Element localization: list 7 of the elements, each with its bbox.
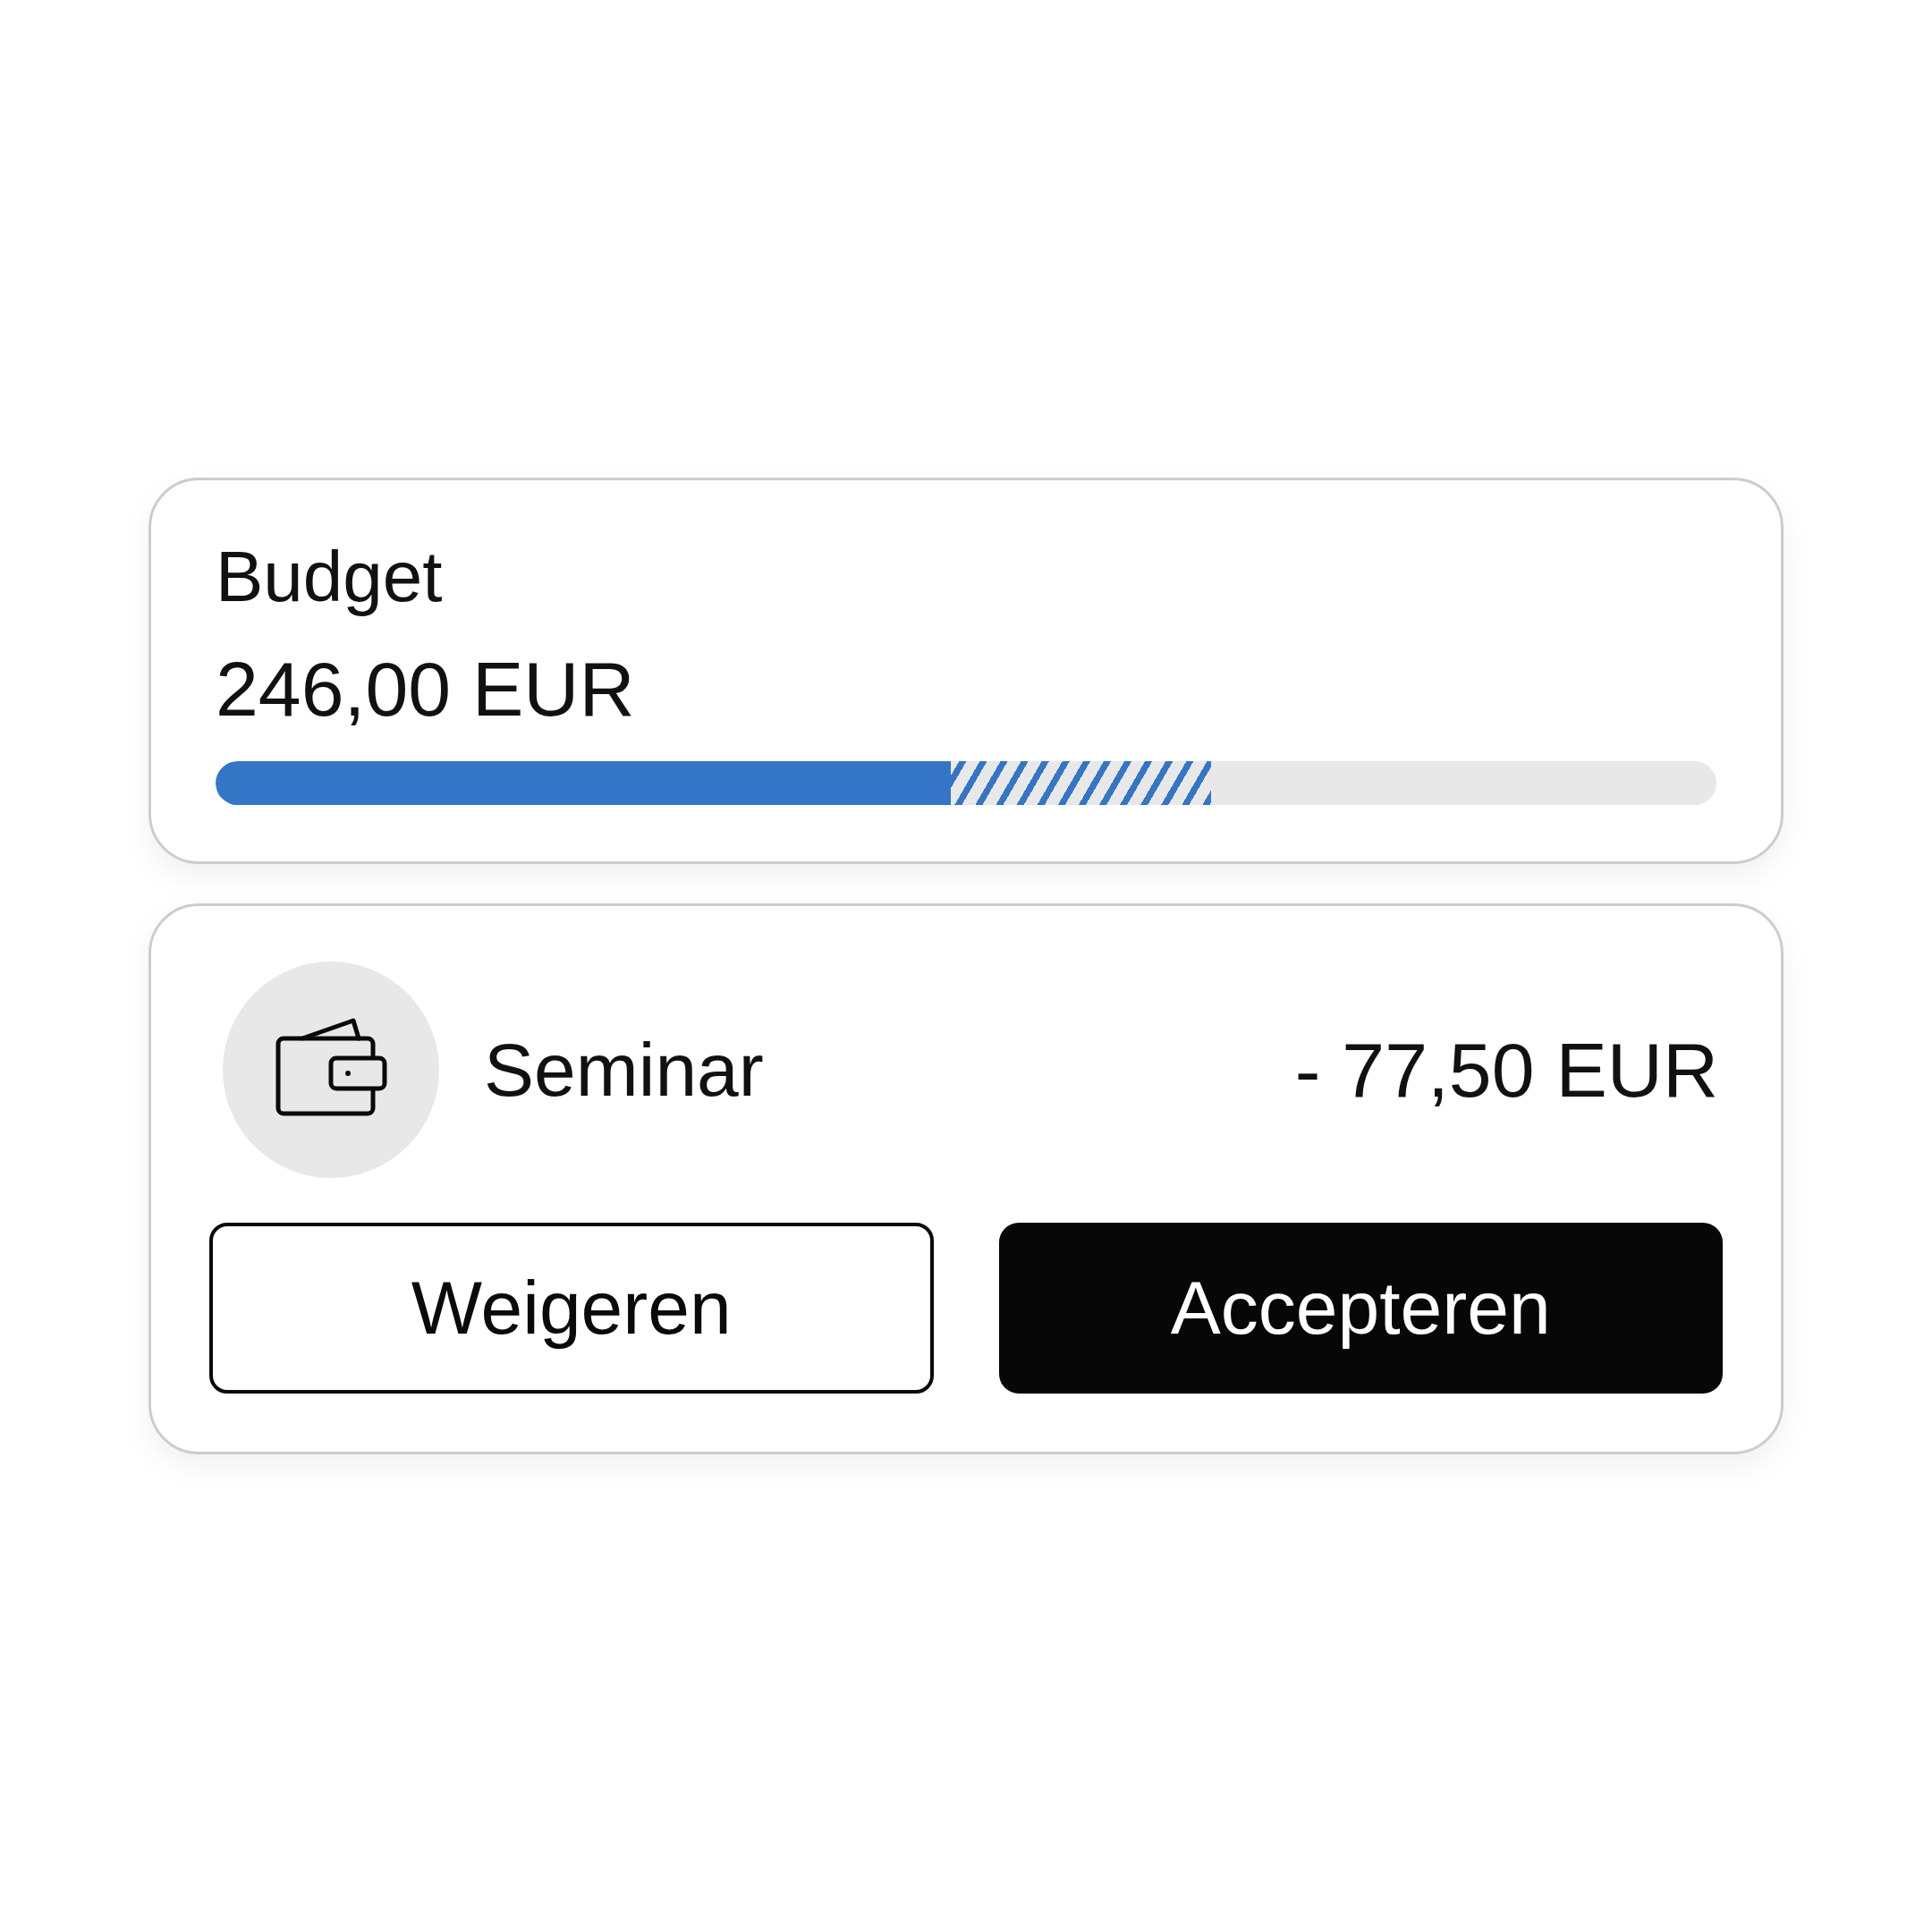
budget-amount: 246,00 EUR: [216, 644, 636, 733]
budget-title: Budget: [216, 535, 444, 618]
wallet-icon: [223, 962, 439, 1179]
accept-button[interactable]: Accepteren: [998, 1223, 1723, 1394]
decline-button[interactable]: Weigeren: [209, 1223, 934, 1394]
transaction-label: Seminar: [484, 1026, 764, 1114]
transaction-amount: - 77,50 EUR: [1294, 1025, 1718, 1114]
